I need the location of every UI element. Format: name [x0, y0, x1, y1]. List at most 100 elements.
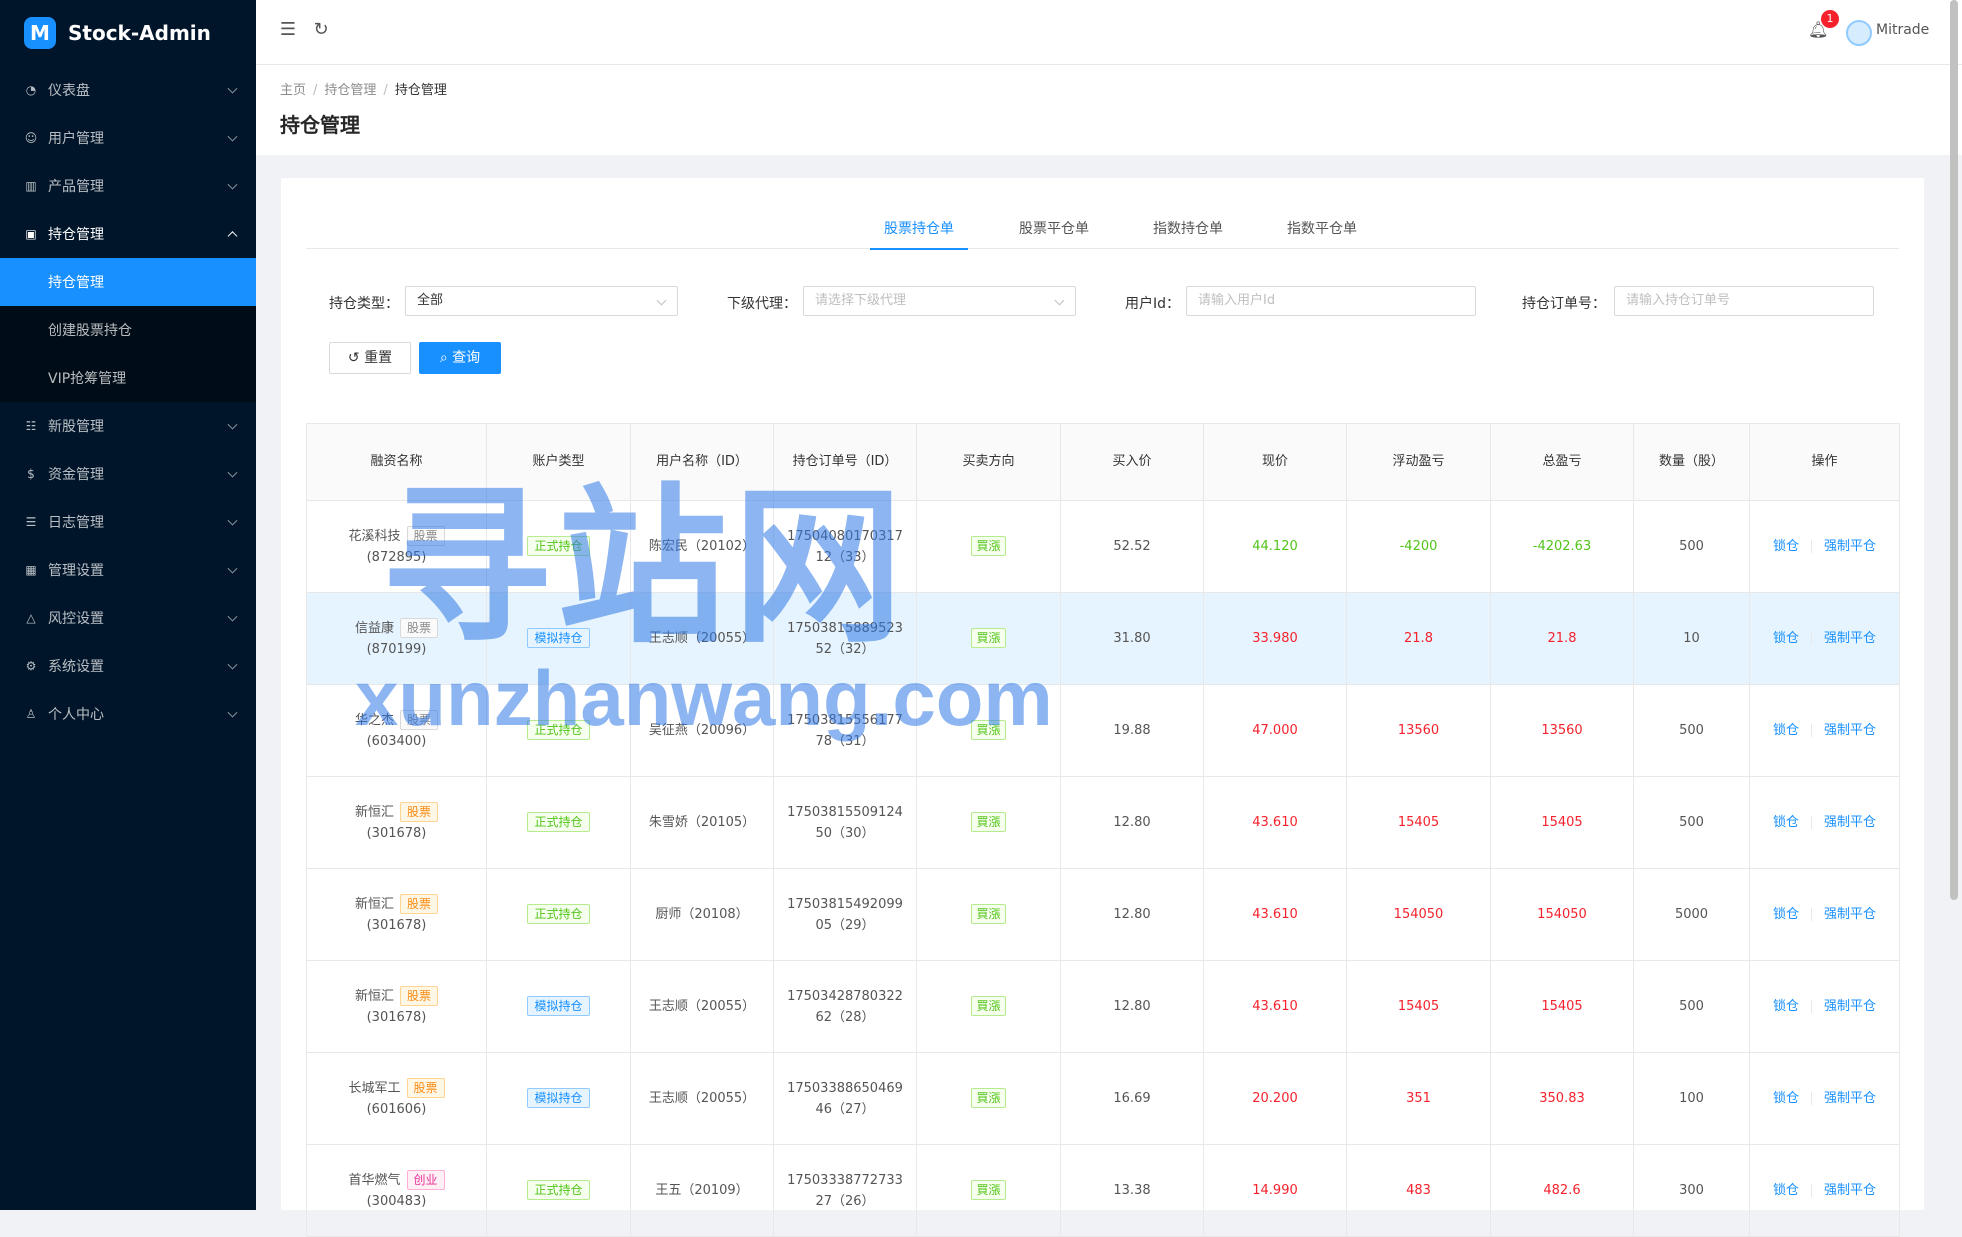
log-icon: ☰ [25, 515, 37, 529]
order-id-suffix: 05（29） [815, 917, 875, 933]
table-row[interactable]: 首华燃气 创业 (300483) 正式持仓 王五（20109） 1750333877273… [306, 1144, 1900, 1237]
tab-stock-positions[interactable]: 股票持仓单 [870, 218, 968, 250]
floating-pnl: -4200 [1346, 500, 1491, 593]
tab-index-positions[interactable]: 指数持仓单 [1139, 218, 1237, 248]
floating-pnl: 15405 [1346, 776, 1491, 869]
total-pnl: -4202.63 [1490, 500, 1634, 593]
force-close-link[interactable]: 强制平仓 [1824, 907, 1876, 922]
reset-icon: ↺ [347, 350, 360, 366]
direction-tag: 買漲 [971, 720, 1006, 740]
sidebar-item-5[interactable]: $ 资金管理 [0, 450, 256, 498]
sidebar-item-3[interactable]: ▣ 持仓管理 [0, 210, 256, 258]
table-row[interactable]: 新恒汇 股票 (301678) 正式持仓 厨师（20108） 17503815492099… [306, 868, 1900, 961]
lock-link[interactable]: 锁仓 [1773, 539, 1799, 554]
sidebar-menu: ◔ 仪表盘 ☺ 用户管理 ▥ 产品管理 ▣ 持仓管理 持仓管理 创建股票持仓 VIP抢筹管理 ☷ 新股管… [0, 66, 256, 738]
reset-button[interactable]: ↺ 重置 [329, 342, 411, 374]
logo-icon: M [24, 17, 56, 49]
lock-link[interactable]: 锁仓 [1773, 815, 1799, 830]
stock-code: (872895) [366, 549, 427, 565]
total-pnl: 21.8 [1490, 592, 1634, 685]
sidebar-item-label: 系统设置 [48, 659, 104, 675]
chevron-down-icon [656, 295, 667, 306]
sidebar-subitem-0[interactable]: 持仓管理 [0, 258, 256, 306]
scrollbar[interactable] [1950, 0, 1958, 900]
force-close-link[interactable]: 强制平仓 [1824, 1183, 1876, 1198]
table-row[interactable]: 信益康 股票 (870199) 模拟持仓 王志顺（20055） 1750381588952… [306, 592, 1900, 685]
total-pnl: 15405 [1490, 960, 1634, 1053]
force-close-link[interactable]: 强制平仓 [1824, 999, 1876, 1014]
sidebar-subitem-2[interactable]: VIP抢筹管理 [0, 354, 256, 402]
sidebar-item-7[interactable]: ▦ 管理设置 [0, 546, 256, 594]
force-close-link[interactable]: 强制平仓 [1824, 1091, 1876, 1106]
force-close-link[interactable]: 强制平仓 [1824, 631, 1876, 646]
buy-price: 31.80 [1060, 592, 1204, 685]
breadcrumb-section[interactable]: 持仓管理 [324, 83, 376, 98]
userid-input[interactable]: 请输入用户Id [1186, 286, 1476, 316]
stock-name: 新恒汇 [354, 804, 394, 820]
tab-index-closed[interactable]: 指数平仓单 [1273, 218, 1371, 248]
lock-link[interactable]: 锁仓 [1773, 631, 1799, 646]
stock-name-cell: 华之杰 股票 (603400) [306, 684, 487, 777]
lock-link[interactable]: 锁仓 [1773, 907, 1799, 922]
direction-tag: 買漲 [971, 996, 1006, 1016]
breadcrumb-home[interactable]: 主页 [280, 83, 306, 98]
table-row[interactable]: 华之杰 股票 (603400) 正式持仓 吴征燕（20096） 1750381555617… [306, 684, 1900, 777]
avatar[interactable] [1846, 20, 1872, 46]
order-id-cell: 17503815509124 50（30） [773, 776, 917, 869]
stock-code: (601606) [366, 1101, 427, 1117]
table-row[interactable]: 新恒汇 股票 (301678) 模拟持仓 王志顺（20055） 1750342878032… [306, 960, 1900, 1053]
sidebar-item-10[interactable]: ♙ 个人中心 [0, 690, 256, 738]
sidebar-item-1[interactable]: ☺ 用户管理 [0, 114, 256, 162]
tab-stock-closed[interactable]: 股票平仓单 [1005, 218, 1103, 248]
position-type-value: 全部 [417, 293, 444, 308]
account-type-cell: 正式持仓 [486, 1144, 631, 1237]
position-icon: ▣ [25, 227, 37, 241]
sidebar-subitem-1[interactable]: 创建股票持仓 [0, 306, 256, 354]
force-close-link[interactable]: 强制平仓 [1824, 723, 1876, 738]
column-header: 买入价 [1060, 423, 1204, 501]
position-type-label: 持仓类型： [329, 296, 399, 312]
lock-link[interactable]: 锁仓 [1773, 1183, 1799, 1198]
total-pnl: 482.6 [1490, 1144, 1634, 1237]
column-header: 融资名称 [306, 423, 487, 501]
app-logo[interactable]: M Stock-Admin [0, 0, 256, 66]
sidebar-item-2[interactable]: ▥ 产品管理 [0, 162, 256, 210]
total-pnl: 15405 [1490, 776, 1634, 869]
refresh-icon[interactable]: ↻ [311, 20, 331, 40]
sidebar-item-0[interactable]: ◔ 仪表盘 [0, 66, 256, 114]
direction-cell: 買漲 [916, 1144, 1061, 1237]
quantity: 500 [1633, 776, 1750, 869]
table-row[interactable]: 新恒汇 股票 (301678) 正式持仓 朱雪娇（20105） 1750381550912… [306, 776, 1900, 869]
account-type-tag: 模拟持仓 [527, 1088, 590, 1108]
actions-cell: 锁仓 强制平仓 [1749, 500, 1900, 593]
table-row[interactable]: 长城军工 股票 (601606) 模拟持仓 王志顺（20055） 175033886504… [306, 1052, 1900, 1145]
lock-link[interactable]: 锁仓 [1773, 723, 1799, 738]
sidebar-item-8[interactable]: △ 风控设置 [0, 594, 256, 642]
lock-link[interactable]: 锁仓 [1773, 999, 1799, 1014]
quantity: 300 [1633, 1144, 1750, 1237]
order-no-input[interactable]: 请输入持仓订单号 [1614, 286, 1874, 316]
stock-name-cell: 新恒汇 股票 (301678) [306, 960, 487, 1053]
column-header: 用户名称（ID） [630, 423, 774, 501]
sidebar-item-label: 新股管理 [48, 419, 104, 435]
position-type-select[interactable]: 全部 [405, 286, 678, 316]
force-close-link[interactable]: 强制平仓 [1824, 815, 1876, 830]
force-close-link[interactable]: 强制平仓 [1824, 539, 1876, 554]
agent-select[interactable]: 请选择下级代理 [803, 286, 1076, 316]
sidebar-item-4[interactable]: ☷ 新股管理 [0, 402, 256, 450]
table-header-row: 融资名称 账户类型 用户名称（ID） 持仓订单号（ID） 买卖方向 买入价 现价 浮动盈亏 总盈… [306, 423, 1900, 501]
order-id: 17503428780322 [787, 988, 903, 1004]
stock-name: 花溪科技 [348, 528, 401, 544]
column-header: 现价 [1203, 423, 1347, 501]
userid-placeholder: 请输入用户Id [1198, 293, 1276, 308]
menu-fold-icon[interactable]: ☰ [278, 20, 298, 40]
table-row[interactable]: 花溪科技 股票 (872895) 正式持仓 陈宏民（20102） 175040801703… [306, 500, 1900, 593]
sidebar-item-label: 仪表盘 [48, 83, 90, 99]
query-button[interactable]: ⌕ 查询 [419, 342, 501, 374]
sidebar-item-9[interactable]: ⚙ 系统设置 [0, 642, 256, 690]
lock-link[interactable]: 锁仓 [1773, 1091, 1799, 1106]
sidebar-item-6[interactable]: ☰ 日志管理 [0, 498, 256, 546]
quantity: 500 [1633, 500, 1750, 593]
chevron-down-icon [227, 83, 238, 94]
username[interactable]: Mitrade [1876, 22, 1929, 38]
